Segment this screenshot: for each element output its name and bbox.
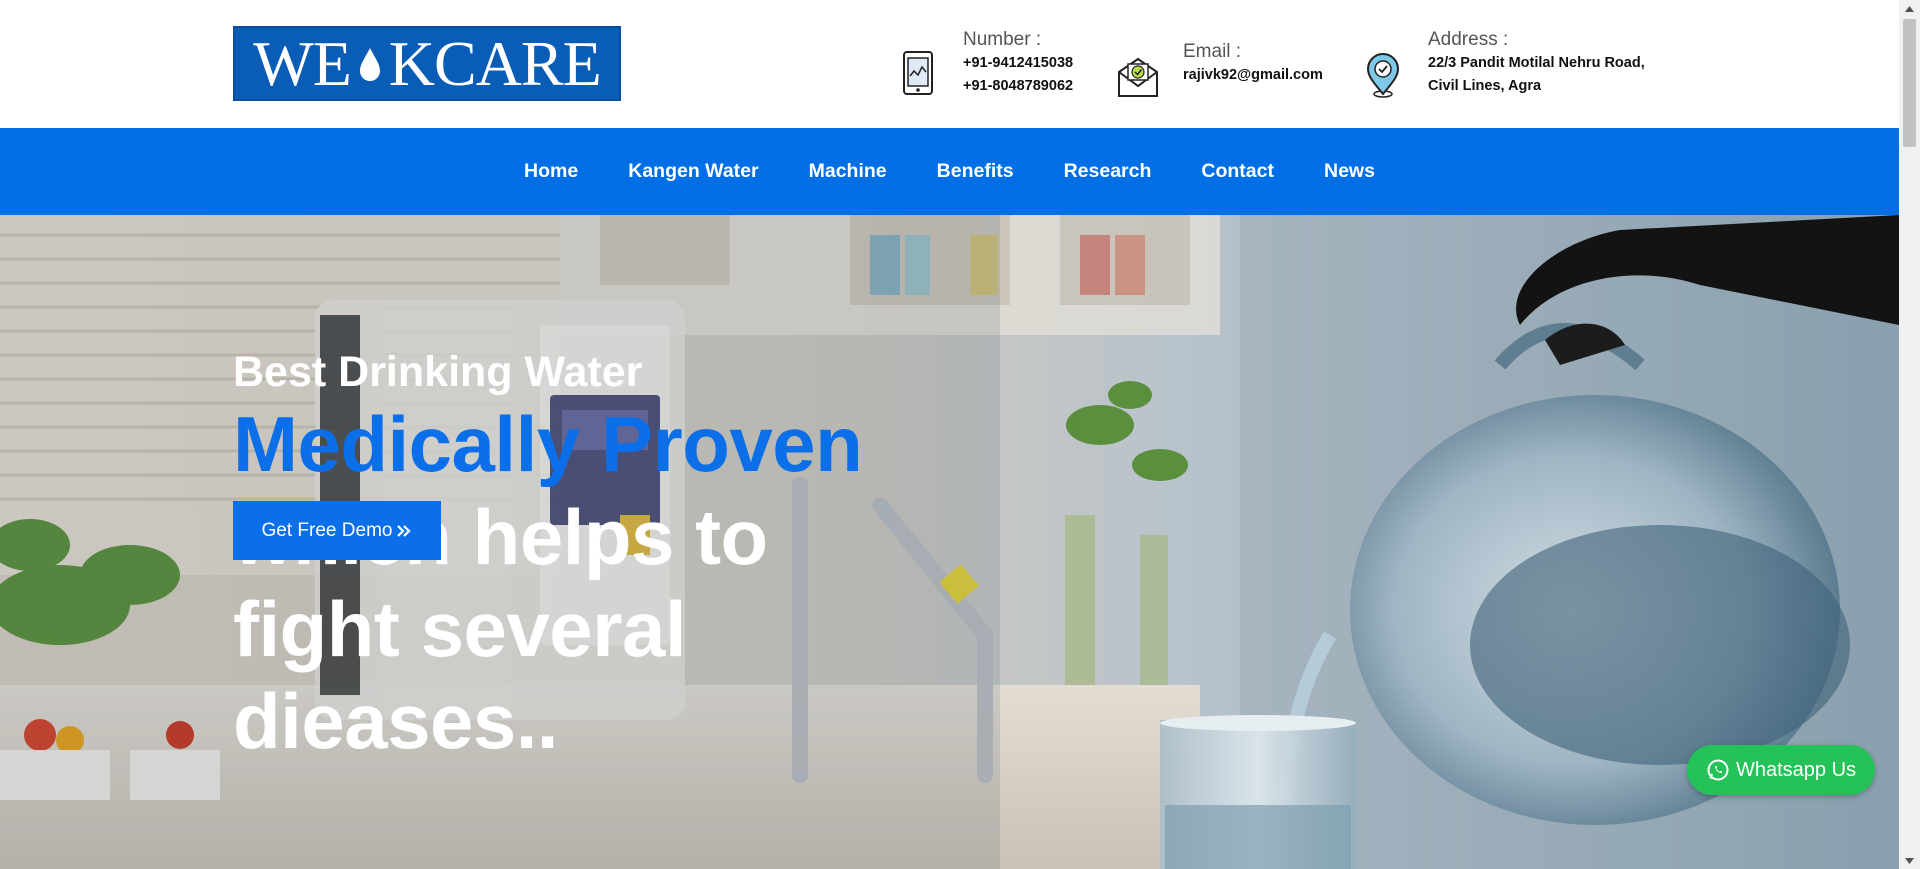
contact-email: Email : rajivk92@gmail.com bbox=[1115, 40, 1323, 100]
phone-number-2[interactable]: +91-8048789062 bbox=[963, 75, 1073, 98]
contact-phone: Number : +91-9412415038 +91-8048789062 bbox=[895, 28, 1073, 98]
site-header: WE KCARE Number : +91-9412415038 +91-804… bbox=[0, 0, 1899, 128]
whatsapp-icon bbox=[1707, 759, 1729, 781]
hero-subtitle: Best Drinking Water bbox=[233, 348, 643, 396]
page-scrollbar[interactable] bbox=[1899, 0, 1920, 869]
contact-address: Address : 22/3 Pandit Motilal Nehru Road… bbox=[1360, 28, 1645, 98]
get-free-demo-button[interactable]: Get Free Demo bbox=[233, 501, 441, 560]
hero-highlight: Medically Proven bbox=[233, 400, 863, 488]
nav-news[interactable]: News bbox=[1324, 160, 1375, 183]
nav-machine[interactable]: Machine bbox=[809, 160, 887, 183]
logo-text-right: KCARE bbox=[388, 27, 602, 99]
get-free-demo-label: Get Free Demo bbox=[261, 519, 393, 541]
nav-contact[interactable]: Contact bbox=[1201, 160, 1274, 183]
mobile-phone-icon bbox=[903, 51, 933, 95]
site-logo[interactable]: WE KCARE bbox=[233, 26, 621, 101]
nav-kangen-water[interactable]: Kangen Water bbox=[628, 160, 758, 183]
nav-home[interactable]: Home bbox=[524, 160, 578, 183]
scroll-down-arrow-icon[interactable] bbox=[1899, 852, 1920, 869]
address-label: Address : bbox=[1428, 29, 1509, 50]
water-drop-icon bbox=[359, 47, 380, 81]
nav-research[interactable]: Research bbox=[1064, 160, 1152, 183]
location-pin-icon bbox=[1366, 53, 1400, 98]
whatsapp-button[interactable]: Whatsapp Us bbox=[1687, 745, 1875, 795]
logo-text-left: WE bbox=[253, 27, 351, 99]
email-label: Email : bbox=[1183, 41, 1242, 62]
scroll-up-arrow-icon[interactable] bbox=[1899, 0, 1920, 17]
main-nav: Home Kangen Water Machine Benefits Resea… bbox=[0, 128, 1899, 215]
whatsapp-label: Whatsapp Us bbox=[1735, 758, 1857, 781]
scrollbar-thumb[interactable] bbox=[1903, 19, 1916, 147]
phone-number-1[interactable]: +91-9412415038 bbox=[963, 52, 1073, 75]
nav-benefits[interactable]: Benefits bbox=[937, 160, 1014, 183]
address-line-2: Civil Lines, Agra bbox=[1428, 78, 1542, 94]
envelope-icon bbox=[1118, 57, 1158, 97]
address-line-1: 22/3 Pandit Motilal Nehru Road, bbox=[1428, 55, 1645, 71]
double-chevron-right-icon bbox=[397, 524, 412, 537]
email-address[interactable]: rajivk92@gmail.com bbox=[1183, 64, 1323, 87]
phone-label: Number : bbox=[963, 29, 1042, 50]
